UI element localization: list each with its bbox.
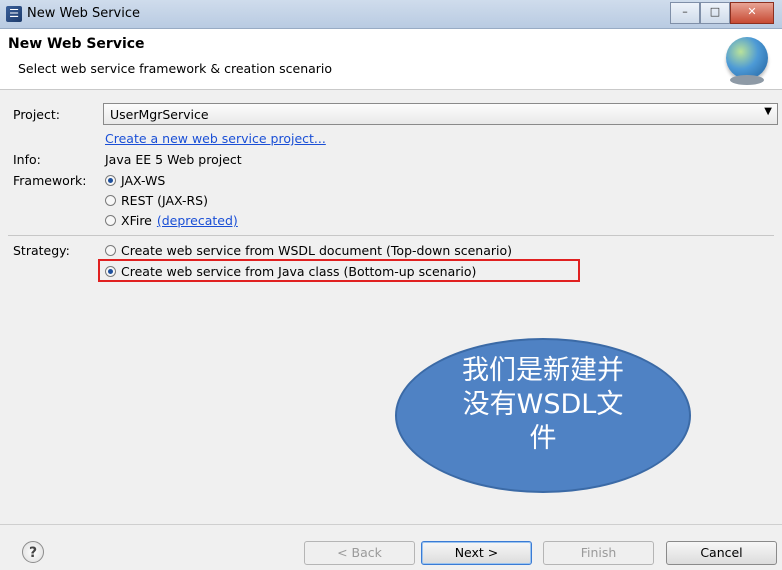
framework-label: Framework: bbox=[13, 173, 87, 188]
close-button[interactable]: ✕ bbox=[730, 2, 774, 24]
finish-button[interactable]: Finish bbox=[543, 541, 654, 565]
window-title: New Web Service bbox=[27, 6, 141, 21]
wizard-title: New Web Service bbox=[8, 36, 145, 52]
radio-checked-icon[interactable] bbox=[105, 175, 116, 186]
chevron-down-icon[interactable]: ▼ bbox=[764, 106, 772, 117]
help-icon[interactable]: ? bbox=[22, 541, 44, 563]
radio-unchecked-icon[interactable] bbox=[105, 215, 116, 226]
footer-divider bbox=[0, 524, 782, 525]
project-select-value: UserMgrService bbox=[110, 107, 209, 122]
minimize-button[interactable]: – bbox=[670, 2, 700, 24]
info-label: Info: bbox=[13, 152, 41, 167]
framework-option-xfire[interactable]: XFire (deprecated) bbox=[105, 213, 238, 228]
framework-option-label: REST (JAX-RS) bbox=[121, 193, 208, 208]
maximize-button[interactable]: □ bbox=[700, 2, 730, 24]
project-label: Project: bbox=[13, 107, 60, 122]
annotation-line: 没有WSDL文 bbox=[462, 389, 624, 420]
annotation-line: 我们是新建并 bbox=[462, 355, 624, 386]
deprecated-link[interactable]: (deprecated) bbox=[157, 213, 238, 228]
strategy-option-label: Create web service from WSDL document (T… bbox=[121, 243, 513, 258]
annotation-line: 件 bbox=[529, 423, 557, 454]
next-button[interactable]: Next > bbox=[421, 541, 532, 565]
create-project-link[interactable]: Create a new web service project... bbox=[105, 131, 326, 146]
wizard-subtitle: Select web service framework & creation … bbox=[18, 61, 333, 76]
red-highlight-box bbox=[98, 259, 580, 282]
window-controls: – □ ✕ bbox=[670, 2, 774, 24]
framework-option-jaxws[interactable]: JAX-WS bbox=[105, 173, 165, 188]
back-button[interactable]: < Back bbox=[304, 541, 415, 565]
framework-option-label: JAX-WS bbox=[121, 173, 166, 188]
eclipse-icon: ☰ bbox=[6, 6, 22, 22]
window-title-bar: ☰ New Web Service – □ ✕ bbox=[0, 0, 782, 29]
wizard-banner: New Web Service Select web service frame… bbox=[0, 29, 782, 90]
globe-icon bbox=[726, 37, 768, 85]
section-divider bbox=[8, 235, 774, 236]
strategy-option-top-down[interactable]: Create web service from WSDL document (T… bbox=[105, 243, 512, 258]
radio-unchecked-icon[interactable] bbox=[105, 195, 116, 206]
framework-option-label: XFire bbox=[121, 213, 152, 228]
strategy-label: Strategy: bbox=[13, 243, 70, 258]
radio-unchecked-icon[interactable] bbox=[105, 245, 116, 256]
info-value: Java EE 5 Web project bbox=[105, 152, 242, 167]
cancel-button[interactable]: Cancel bbox=[666, 541, 777, 565]
project-select[interactable]: UserMgrService ▼ bbox=[103, 103, 778, 125]
framework-option-rest[interactable]: REST (JAX-RS) bbox=[105, 193, 208, 208]
annotation-bubble: 我们是新建并 没有WSDL文 件 bbox=[395, 338, 691, 493]
